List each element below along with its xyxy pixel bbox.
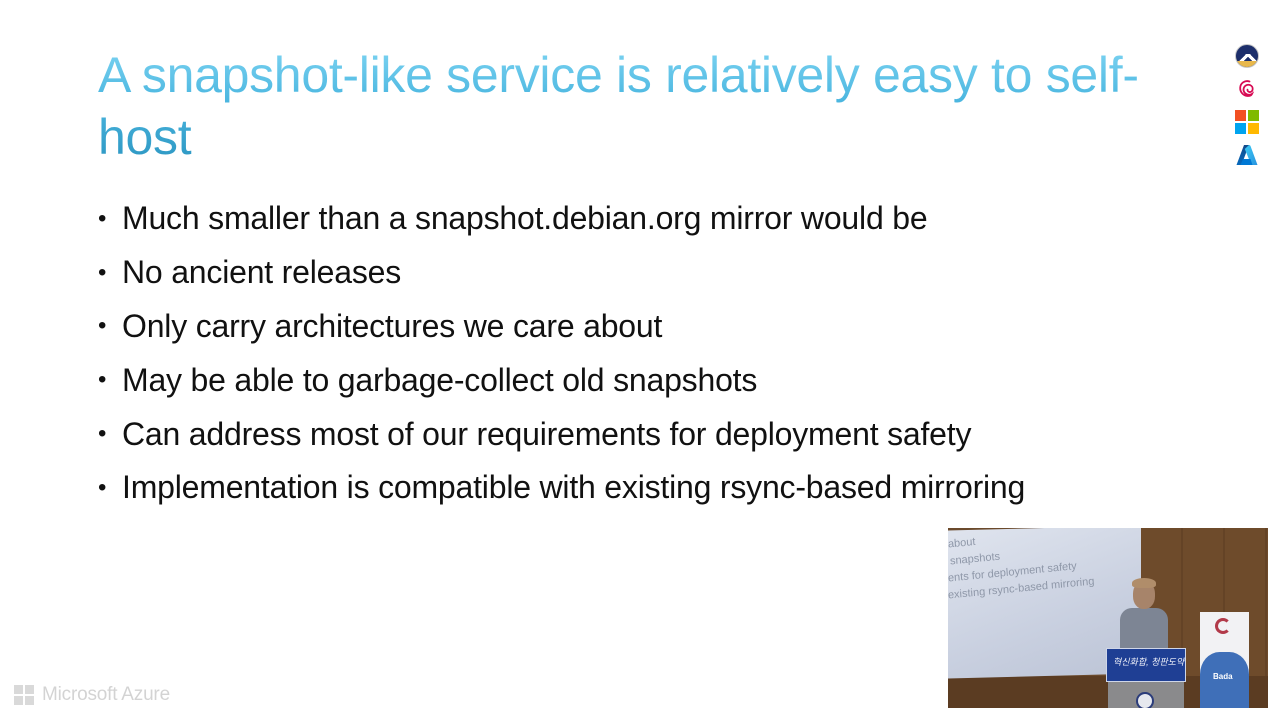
screen-text-line: snapshots [949, 550, 1001, 568]
bullet-dot-icon: • [98, 420, 107, 448]
watermark-square [25, 685, 34, 694]
speaker-hair [1132, 578, 1156, 588]
bullet-item: • May be able to garbage-collect old snap… [98, 353, 1025, 407]
azure-watermark: Microsoft Azure [14, 684, 170, 706]
podium-sign: 혁신화합, 청판도약 [1106, 648, 1186, 682]
bullet-text: May be able to garbage-collect old snaps… [122, 361, 758, 398]
bullet-item: • Implementation is compatible with exist… [98, 461, 1025, 515]
watermark-square [14, 696, 23, 705]
podium-sign-text: 혁신화합, 청판도약 [1113, 657, 1185, 667]
bullet-item: • No ancient releases [98, 246, 1025, 300]
sponsor-logos [1235, 44, 1259, 176]
bullet-text: Implementation is compatible with existi… [122, 469, 1026, 506]
bullet-item: • Much smaller than a snapshot.debian.org… [98, 192, 1025, 246]
podium-emblem-icon [1136, 692, 1154, 708]
bullet-text: Much smaller than a snapshot.debian.org … [122, 200, 928, 237]
azure-logo-icon [1235, 143, 1259, 167]
debconf-logo-icon [1235, 44, 1259, 68]
banner-swirl-icon [1215, 618, 1231, 634]
bullet-dot-icon: • [98, 473, 107, 501]
microsoft-logo-yellow-square [1248, 123, 1259, 134]
microsoft-logo-icon [1235, 110, 1259, 134]
bullet-text: Only carry architectures we care about [122, 307, 663, 344]
debian-swirl-icon [1235, 77, 1259, 101]
watermark-square [25, 696, 34, 705]
slide-title: A snapshot-like service is relatively ea… [98, 44, 1178, 168]
banner-text: Bada [1213, 672, 1233, 681]
bullet-item: • Only carry architectures we care about [98, 300, 1025, 354]
bullet-text: Can address most of our requirements for… [122, 415, 972, 452]
microsoft-logo-blue-square [1235, 123, 1246, 134]
bullet-dot-icon: • [98, 204, 107, 232]
microsoft-logo-red-square [1235, 110, 1246, 121]
bullet-item: • Can address most of our requirements fo… [98, 407, 1025, 461]
bullet-dot-icon: • [98, 366, 107, 394]
bullet-dot-icon: • [98, 258, 107, 286]
microsoft-watermark-icon [14, 685, 34, 705]
bullet-list: • Much smaller than a snapshot.debian.org… [98, 192, 1025, 515]
bullet-dot-icon: • [98, 312, 107, 340]
bullet-text: No ancient releases [122, 254, 402, 291]
watermark-text: Microsoft Azure [42, 684, 170, 705]
screen-text-line: about [948, 535, 976, 551]
debconf-banner: Bada [1200, 612, 1249, 708]
watermark-square [14, 685, 23, 694]
speaker-webcam-inset: about snapshots ents for deployment safe… [948, 528, 1268, 708]
microsoft-logo-green-square [1248, 110, 1259, 121]
